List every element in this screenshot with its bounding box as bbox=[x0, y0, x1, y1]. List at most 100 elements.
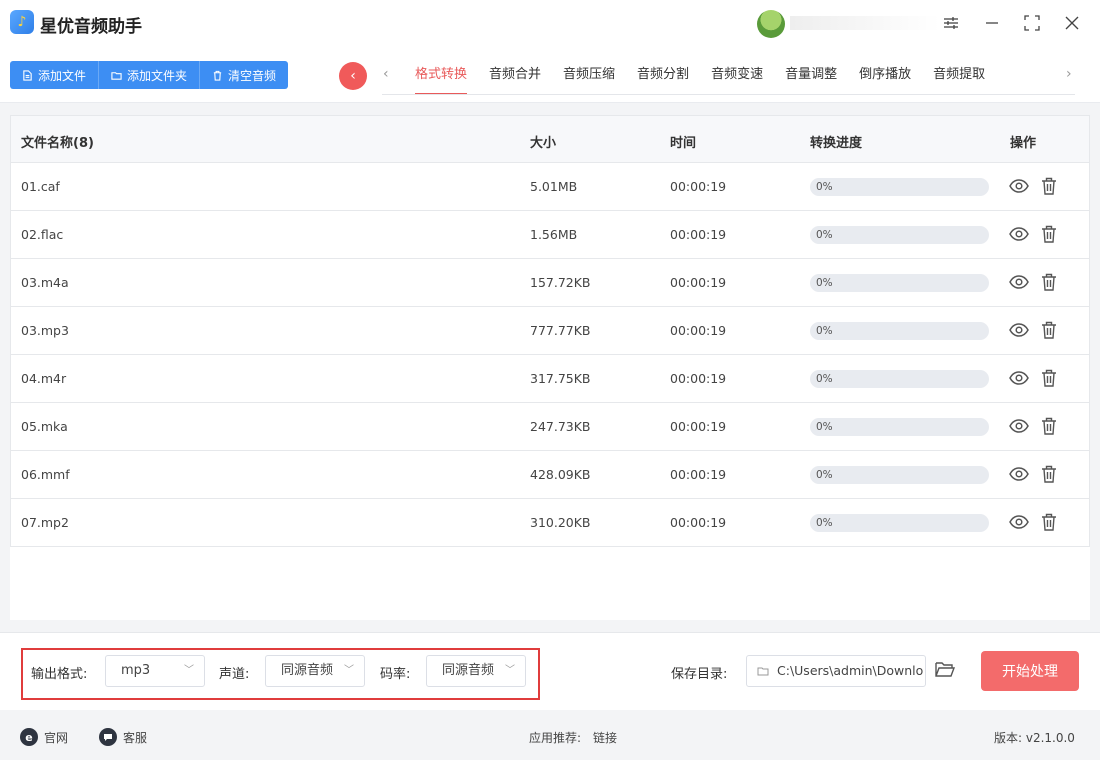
version-text: 版本: v2.1.0.0 bbox=[994, 731, 1075, 745]
bitrate-select[interactable]: 同源音频 ﹀ bbox=[426, 655, 526, 687]
tabs-next-icon[interactable]: › bbox=[1066, 66, 1072, 82]
preview-eye-icon[interactable] bbox=[1009, 416, 1029, 436]
save-dir-label: 保存目录: bbox=[671, 667, 728, 682]
preview-eye-icon[interactable] bbox=[1009, 176, 1029, 196]
table-row[interactable]: 06.mmf 428.09KB 00:00:19 0% bbox=[10, 451, 1090, 499]
channel-select[interactable]: 同源音频 ﹀ bbox=[265, 655, 365, 687]
progress-text: 0% bbox=[816, 325, 833, 337]
preview-eye-icon[interactable] bbox=[1009, 368, 1029, 388]
clear-audio-button[interactable]: 清空音频 bbox=[200, 61, 289, 89]
file-name: 07.mp2 bbox=[21, 515, 69, 530]
file-button-group: 添加文件 添加文件夹 清空音频 bbox=[10, 61, 289, 89]
progress-bar: 0% bbox=[810, 418, 989, 436]
folder-icon bbox=[111, 71, 122, 80]
preview-eye-icon[interactable] bbox=[1009, 320, 1029, 340]
delete-trash-icon[interactable] bbox=[1039, 176, 1059, 196]
delete-trash-icon[interactable] bbox=[1039, 464, 1059, 484]
file-size: 310.20KB bbox=[530, 515, 591, 530]
file-name: 06.mmf bbox=[21, 467, 70, 482]
save-path-input[interactable]: C:\Users\admin\Downlo bbox=[746, 655, 926, 687]
delete-trash-icon[interactable] bbox=[1039, 320, 1059, 340]
maximize-icon[interactable] bbox=[1021, 12, 1043, 34]
progress-text: 0% bbox=[816, 517, 833, 529]
folder-outline-icon bbox=[757, 667, 769, 676]
table-row[interactable]: 02.flac 1.56MB 00:00:19 0% bbox=[10, 211, 1090, 259]
delete-trash-icon[interactable] bbox=[1039, 416, 1059, 436]
table-row[interactable]: 04.m4r 317.75KB 00:00:19 0% bbox=[10, 355, 1090, 403]
tabs-prev-icon[interactable]: ‹ bbox=[383, 66, 389, 82]
preview-eye-icon[interactable] bbox=[1009, 272, 1029, 292]
table-header: 文件名称(8) 大小 时间 转换进度 操作 bbox=[10, 115, 1090, 163]
website-label: 官网 bbox=[44, 730, 69, 745]
table-row[interactable]: 01.caf 5.01MB 00:00:19 0% bbox=[10, 163, 1090, 211]
close-icon[interactable] bbox=[1061, 12, 1083, 34]
minimize-icon[interactable] bbox=[981, 12, 1003, 34]
table-row[interactable]: 03.m4a 157.72KB 00:00:19 0% bbox=[10, 259, 1090, 307]
progress-bar: 0% bbox=[810, 514, 989, 532]
col-progress-header: 转换进度 bbox=[810, 136, 863, 151]
preview-eye-icon[interactable] bbox=[1009, 224, 1029, 244]
user-avatar[interactable] bbox=[757, 10, 785, 38]
collapse-sidebar-button[interactable]: ‹ bbox=[339, 62, 367, 90]
col-actions-header: 操作 bbox=[1010, 136, 1037, 151]
settings-sliders-icon[interactable] bbox=[940, 12, 962, 34]
file-size: 428.09KB bbox=[530, 467, 591, 482]
progress-bar: 0% bbox=[810, 370, 989, 388]
browse-folder-icon[interactable] bbox=[934, 660, 958, 682]
chevron-down-icon: ﹀ bbox=[505, 665, 515, 676]
toolbar: 添加文件 添加文件夹 清空音频 ‹ ‹ 格式转换 音频合并 音频压缩 音频分割 音频变速… bbox=[0, 48, 1100, 103]
progress-bar: 0% bbox=[810, 274, 989, 292]
add-folder-button[interactable]: 添加文件夹 bbox=[99, 61, 201, 89]
tab-7[interactable]: 音频提取 bbox=[922, 48, 996, 95]
table-row[interactable]: 03.mp3 777.77KB 00:00:19 0% bbox=[10, 307, 1090, 355]
tab-5[interactable]: 音量调整 bbox=[774, 48, 848, 95]
recommend-link[interactable]: 链接 bbox=[593, 729, 617, 746]
file-name: 03.mp3 bbox=[21, 323, 69, 338]
chevron-down-icon: ﹀ bbox=[344, 665, 354, 676]
add-file-label: 添加文件 bbox=[38, 68, 87, 83]
title-bar: ♪ 星优音频助手 bbox=[0, 0, 1100, 48]
delete-trash-icon[interactable] bbox=[1039, 224, 1059, 244]
file-icon bbox=[23, 69, 32, 81]
support-label: 客服 bbox=[123, 730, 148, 745]
preview-eye-icon[interactable] bbox=[1009, 512, 1029, 532]
file-name: 03.m4a bbox=[21, 275, 69, 290]
start-processing-button[interactable]: 开始处理 bbox=[981, 651, 1079, 691]
recommend-label: 应用推荐: bbox=[529, 731, 582, 745]
tab-1[interactable]: 音频合并 bbox=[478, 48, 552, 95]
chevron-left-icon: ‹ bbox=[350, 68, 356, 84]
delete-trash-icon[interactable] bbox=[1039, 368, 1059, 388]
tabs-divider bbox=[382, 94, 1075, 95]
progress-bar: 0% bbox=[810, 226, 989, 244]
progress-bar: 0% bbox=[810, 322, 989, 340]
col-size-header: 大小 bbox=[530, 136, 557, 151]
file-duration: 00:00:19 bbox=[670, 419, 727, 434]
support-link[interactable]: 客服 bbox=[99, 728, 147, 746]
tab-0[interactable]: 格式转换 bbox=[404, 48, 478, 95]
delete-trash-icon[interactable] bbox=[1039, 512, 1059, 532]
tab-4[interactable]: 音频变速 bbox=[700, 48, 774, 95]
bitrate-value: 同源音频 bbox=[442, 663, 495, 678]
file-duration: 00:00:19 bbox=[670, 323, 727, 338]
delete-trash-icon[interactable] bbox=[1039, 272, 1059, 292]
footer: e 官网 客服 应用推荐: 链接 版本: v2.1.0.0 bbox=[0, 711, 1100, 760]
progress-bar: 0% bbox=[810, 466, 989, 484]
tab-2[interactable]: 音频压缩 bbox=[552, 48, 626, 95]
table-row[interactable]: 05.mka 247.73KB 00:00:19 0% bbox=[10, 403, 1090, 451]
format-select[interactable]: mp3 ﹀ bbox=[105, 655, 205, 687]
save-path-value: C:\Users\admin\Downlo bbox=[777, 663, 924, 678]
app-logo-icon: ♪ bbox=[10, 10, 34, 34]
table-row[interactable]: 07.mp2 310.20KB 00:00:19 0% bbox=[10, 499, 1090, 547]
format-value: mp3 bbox=[121, 663, 151, 678]
progress-text: 0% bbox=[816, 421, 833, 433]
file-size: 5.01MB bbox=[530, 179, 578, 194]
preview-eye-icon[interactable] bbox=[1009, 464, 1029, 484]
website-link[interactable]: e 官网 bbox=[20, 728, 68, 746]
progress-text: 0% bbox=[816, 277, 833, 289]
tab-3[interactable]: 音频分割 bbox=[626, 48, 700, 95]
add-file-button[interactable]: 添加文件 bbox=[10, 61, 100, 89]
file-duration: 00:00:19 bbox=[670, 227, 727, 242]
file-size: 157.72KB bbox=[530, 275, 591, 290]
file-duration: 00:00:19 bbox=[670, 371, 727, 386]
tab-6[interactable]: 倒序播放 bbox=[848, 48, 922, 95]
